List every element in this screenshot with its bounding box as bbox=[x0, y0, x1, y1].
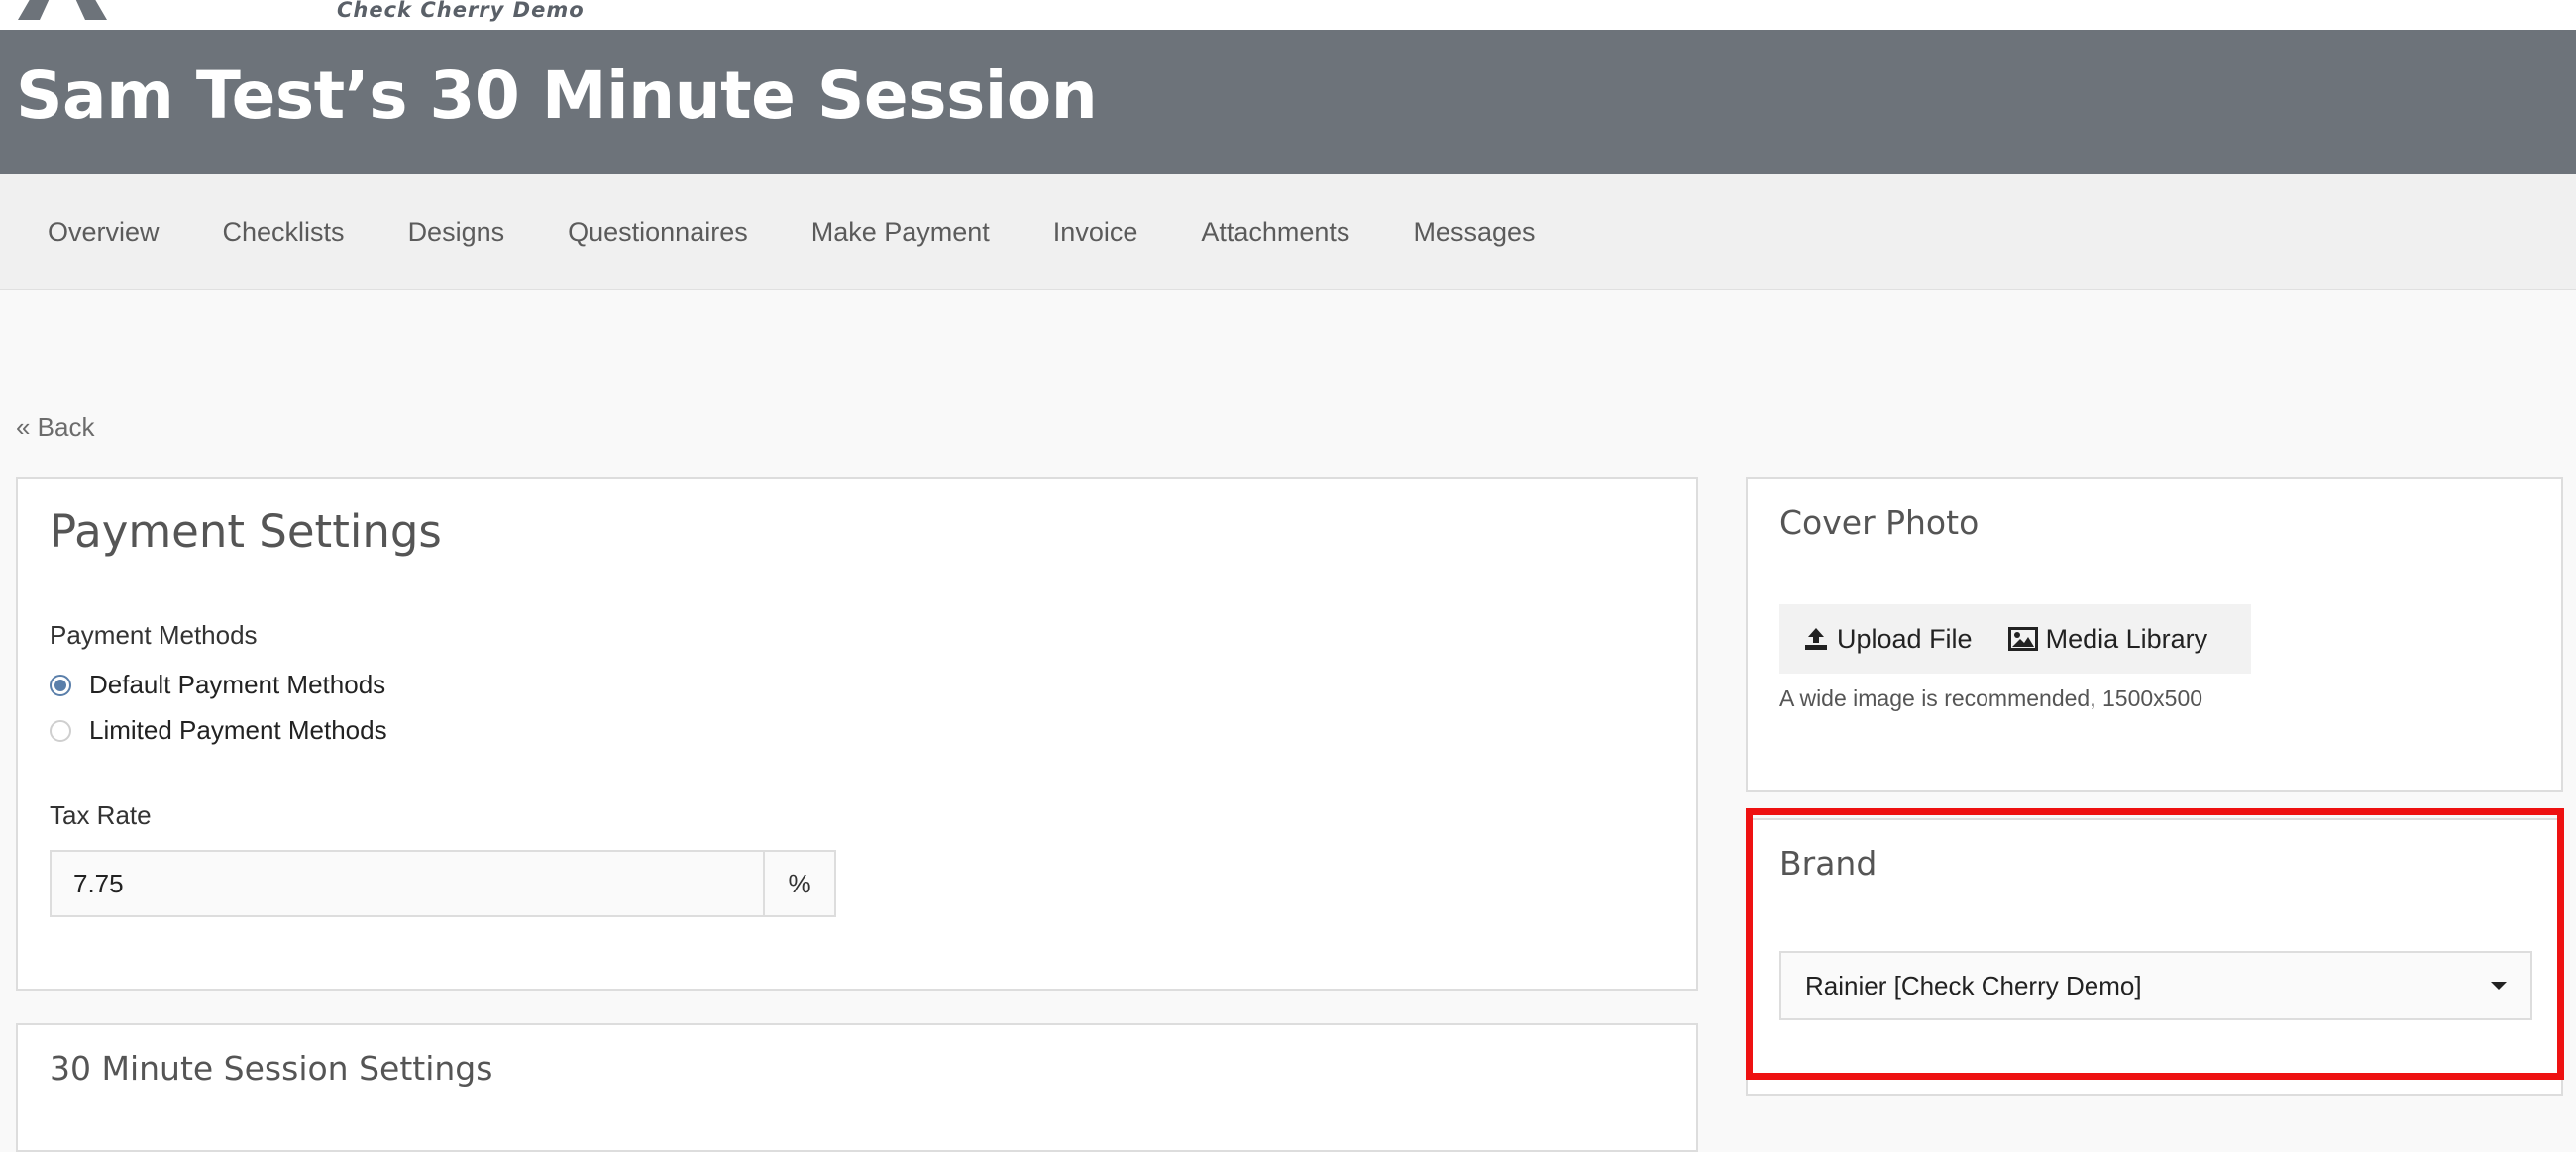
top-bar: Check Cherry Demo bbox=[0, 0, 2576, 30]
nav-item-designs[interactable]: Designs bbox=[408, 217, 505, 248]
nav-item-checklists[interactable]: Checklists bbox=[223, 217, 345, 248]
radio-label: Default Payment Methods bbox=[89, 670, 386, 699]
radio-unchecked-icon[interactable] bbox=[50, 719, 71, 742]
nav-item-questionnaires[interactable]: Questionnaires bbox=[568, 217, 748, 248]
nav-item-overview[interactable]: Overview bbox=[48, 217, 160, 248]
payment-settings-panel: Payment Settings Payment Methods Default… bbox=[16, 477, 1698, 991]
brand-panel: Brand Rainier [Check Cherry Demo] bbox=[1746, 818, 2563, 1096]
brand-title: Brand bbox=[1779, 844, 1878, 883]
nav-item-make-payment[interactable]: Make Payment bbox=[811, 217, 990, 248]
session-settings-panel: 30 Minute Session Settings bbox=[16, 1023, 1698, 1152]
media-library-button[interactable]: Media Library bbox=[1985, 604, 2220, 674]
upload-file-button[interactable]: Upload File bbox=[1779, 604, 1985, 674]
brand-select[interactable]: Rainier [Check Cherry Demo] bbox=[1779, 951, 2532, 1020]
session-settings-title: 30 Minute Session Settings bbox=[50, 1049, 493, 1088]
cover-photo-help-text: A wide image is recommended, 1500x500 bbox=[1779, 685, 2203, 711]
radio-label: Limited Payment Methods bbox=[89, 715, 387, 745]
nav-item-invoice[interactable]: Invoice bbox=[1053, 217, 1138, 248]
nav-item-messages[interactable]: Messages bbox=[1413, 217, 1535, 248]
payment-methods-label: Payment Methods bbox=[50, 620, 258, 650]
brand-select-value: Rainier [Check Cherry Demo] bbox=[1805, 970, 2142, 1000]
radio-checked-icon[interactable] bbox=[50, 674, 71, 696]
radio-limited-payment-methods[interactable]: Limited Payment Methods bbox=[50, 715, 387, 746]
radio-default-payment-methods[interactable]: Default Payment Methods bbox=[50, 670, 385, 700]
cover-photo-buttons: Upload File Media Library bbox=[1779, 604, 2251, 674]
payment-settings-title: Payment Settings bbox=[50, 505, 442, 558]
caret-down-icon bbox=[2491, 982, 2507, 990]
media-library-label: Media Library bbox=[2045, 623, 2208, 654]
main-nav: Overview Checklists Designs Questionnair… bbox=[0, 174, 2576, 290]
nav-item-attachments[interactable]: Attachments bbox=[1201, 217, 1349, 248]
tax-rate-input[interactable] bbox=[52, 852, 763, 915]
cover-photo-title: Cover Photo bbox=[1779, 503, 1980, 542]
logo-icon bbox=[18, 0, 107, 20]
tax-rate-label: Tax Rate bbox=[50, 800, 152, 830]
page-title: Sam Test’s 30 Minute Session bbox=[16, 57, 1098, 134]
upload-icon bbox=[1805, 628, 1827, 650]
tax-rate-input-group: % bbox=[50, 850, 836, 917]
cover-photo-panel: Cover Photo Upload File Media Library A … bbox=[1746, 477, 2563, 792]
back-link[interactable]: « Back bbox=[16, 412, 95, 443]
image-icon bbox=[2007, 627, 2038, 651]
brand-subtitle: Check Cherry Demo bbox=[337, 0, 585, 22]
page-header: Sam Test’s 30 Minute Session bbox=[0, 30, 2576, 174]
tax-unit-addon: % bbox=[763, 852, 834, 915]
upload-file-label: Upload File bbox=[1837, 623, 1973, 654]
